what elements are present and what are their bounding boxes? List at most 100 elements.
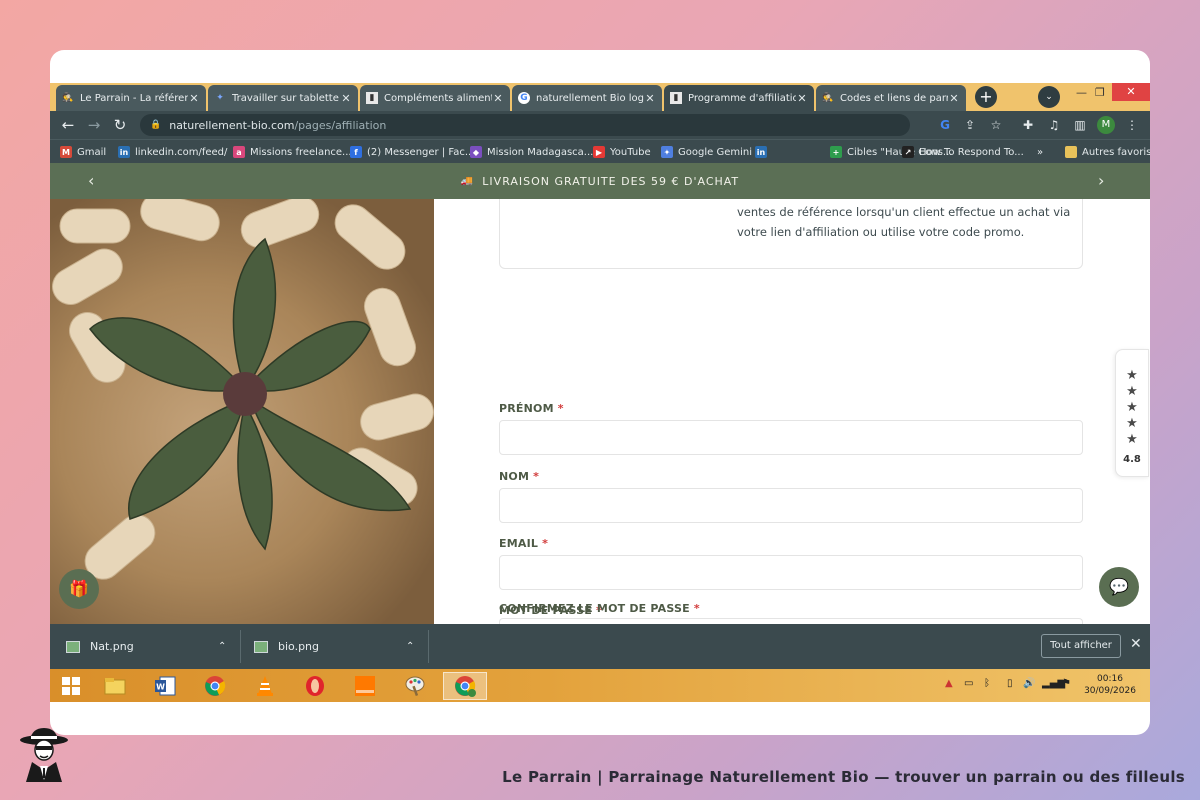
tab-programme-affiliation[interactable]: ▮ Programme d'affiliation ✕ bbox=[664, 85, 814, 111]
reviews-widget[interactable]: ★ ★ ★ ★ ★ 4.8 bbox=[1115, 349, 1149, 477]
close-tab-icon[interactable]: ✕ bbox=[948, 92, 960, 105]
youtube-icon: ▶ bbox=[593, 146, 605, 158]
back-icon[interactable]: ← bbox=[58, 115, 78, 135]
tab-title: naturellement Bio logo bbox=[536, 92, 644, 104]
system-clock[interactable]: 00:16 30/09/2026 bbox=[1080, 673, 1140, 697]
chevron-up-icon[interactable]: ⌃ bbox=[218, 641, 226, 652]
flag-tray-icon[interactable]: ⚑ bbox=[1062, 678, 1071, 689]
folder-icon bbox=[1065, 146, 1077, 158]
bookmark-gemini[interactable]: ✦ Google Gemini bbox=[661, 144, 752, 160]
page-caption: Le Parrain | Parrainage Naturellement Bi… bbox=[502, 768, 1185, 786]
show-all-downloads-button[interactable]: Tout afficher bbox=[1041, 634, 1121, 658]
bookmark-linkedin[interactable]: in bbox=[755, 144, 772, 160]
bookmark-facebook[interactable]: f (2) Messenger | Fac... bbox=[350, 144, 474, 160]
close-tab-icon[interactable]: ✕ bbox=[644, 92, 656, 105]
tab-title: Compléments alimentaires bbox=[384, 92, 492, 104]
vlc-icon[interactable] bbox=[246, 672, 284, 700]
word-icon[interactable]: W bbox=[146, 672, 184, 700]
window-close-button[interactable]: ✕ bbox=[1112, 83, 1150, 101]
close-tab-icon[interactable]: ✕ bbox=[188, 92, 200, 105]
respond-icon: ↗ bbox=[902, 146, 914, 158]
le-parrain-favicon-icon: 🕵 bbox=[822, 93, 834, 103]
bookmark-mission[interactable]: ◆ Mission Madagasca... bbox=[470, 144, 593, 160]
field-label-nom: NOM * bbox=[499, 470, 540, 483]
bookmark-label: » bbox=[1037, 146, 1044, 158]
nom-input[interactable] bbox=[499, 488, 1083, 523]
announcement-prev-icon[interactable]: ‹ bbox=[88, 171, 95, 190]
chrome-icon[interactable] bbox=[196, 672, 234, 700]
field-label-confirmez: CONFIRMEZ LE MOT DE PASSE * bbox=[499, 602, 700, 615]
google-lens-icon[interactable]: G bbox=[937, 117, 953, 133]
announcement-next-icon[interactable]: › bbox=[1098, 171, 1105, 190]
tab-naturellement-logo[interactable]: G naturellement Bio logo ✕ bbox=[512, 85, 662, 111]
bluetooth-tray-icon[interactable]: ᛒ bbox=[984, 678, 990, 689]
tab-travailler-tablette[interactable]: ✦ Travailler sur tablette par ✕ bbox=[208, 85, 358, 111]
extensions-icon[interactable]: ✚ bbox=[1020, 117, 1036, 133]
gemini-icon: ✦ bbox=[661, 146, 673, 158]
email-input[interactable] bbox=[499, 555, 1083, 590]
chrome-active-icon[interactable] bbox=[443, 672, 487, 700]
windows-start-icon[interactable] bbox=[52, 672, 90, 700]
bookmark-label: Missions freelance... bbox=[250, 146, 352, 158]
download-item-bio[interactable]: bio.png ⌃ bbox=[254, 624, 424, 669]
bookmark-gmail[interactable]: M Gmail bbox=[60, 144, 106, 160]
page-favicon-icon: ▮ bbox=[366, 92, 378, 104]
profile-avatar[interactable]: M bbox=[1097, 116, 1115, 134]
share-icon[interactable]: ⇪ bbox=[962, 117, 978, 133]
bookmark-label: Gmail bbox=[77, 146, 107, 158]
bookmark-star-icon[interactable]: ☆ bbox=[988, 117, 1004, 133]
tab-le-parrain[interactable]: 🕵 Le Parrain - La référence ✕ bbox=[56, 85, 206, 111]
network-device-tray-icon[interactable]: ▭ bbox=[964, 678, 973, 689]
url-bar[interactable]: 🔒 naturellement-bio.com/pages/affiliatio… bbox=[140, 114, 910, 136]
clock-date: 30/09/2026 bbox=[1084, 686, 1136, 696]
bookmark-folder[interactable]: Autres favoris bbox=[1065, 144, 1150, 160]
file-explorer-icon[interactable] bbox=[96, 672, 134, 700]
bookmark-linkedin[interactable]: in linkedin.com/feed/ bbox=[118, 144, 227, 160]
menu-kebab-icon[interactable]: ⋮ bbox=[1124, 117, 1140, 133]
linkedin-icon: in bbox=[755, 146, 767, 158]
lock-icon: 🔒 bbox=[150, 120, 162, 130]
volume-tray-icon[interactable]: 🔊 bbox=[1023, 678, 1035, 689]
bookmark-label: YouTube bbox=[610, 146, 651, 158]
url-path: /pages/affiliation bbox=[294, 118, 387, 132]
avast-tray-icon[interactable]: ▲ bbox=[945, 678, 953, 689]
download-item-nat[interactable]: Nat.png ⌃ bbox=[66, 624, 236, 669]
bookmark-label: Google Gemini bbox=[678, 146, 752, 158]
mission-icon: ◆ bbox=[470, 146, 482, 158]
side-panel-icon[interactable]: ▥ bbox=[1072, 117, 1088, 133]
tab-codes-liens[interactable]: 🕵 Codes et liens de parrainage ✕ bbox=[816, 85, 966, 111]
bookmark-more[interactable]: » bbox=[1037, 144, 1043, 160]
bookmark-youtube[interactable]: ▶ YouTube bbox=[593, 144, 651, 160]
capsules-basil-illustration bbox=[52, 199, 434, 580]
new-tab-button[interactable]: + bbox=[975, 86, 997, 108]
minimize-icon[interactable]: — bbox=[1076, 86, 1087, 99]
sheets-icon: + bbox=[830, 146, 842, 158]
tab-search-button[interactable]: ⌄ bbox=[1038, 86, 1060, 108]
bookmark-missions[interactable]: a Missions freelance... bbox=[233, 144, 352, 160]
bookmark-respond[interactable]: ↗ How To Respond To... bbox=[902, 144, 1024, 160]
close-tab-icon[interactable]: ✕ bbox=[492, 92, 504, 105]
chevron-up-icon[interactable]: ⌃ bbox=[406, 641, 414, 652]
media-icon[interactable]: ♫ bbox=[1046, 117, 1062, 133]
tab-title: Programme d'affiliation bbox=[688, 92, 796, 104]
rating-value: 4.8 bbox=[1123, 454, 1141, 465]
battery-tray-icon[interactable]: ▯ bbox=[1007, 678, 1013, 689]
close-tab-icon[interactable]: ✕ bbox=[796, 92, 808, 105]
close-downloads-icon[interactable]: ✕ bbox=[1130, 636, 1142, 652]
restore-icon[interactable]: ❐ bbox=[1095, 86, 1105, 99]
forward-icon[interactable]: → bbox=[84, 115, 104, 135]
affiliation-page: ventes de référence lorsqu'un client eff… bbox=[50, 199, 1150, 624]
paint-icon[interactable] bbox=[396, 672, 434, 700]
reload-icon[interactable]: ↻ bbox=[110, 115, 130, 135]
gift-button[interactable]: 🎁 bbox=[59, 569, 99, 609]
gemini-favicon-icon: ✦ bbox=[216, 93, 224, 103]
tab-complements[interactable]: ▮ Compléments alimentaires ✕ bbox=[360, 85, 510, 111]
opera-icon[interactable] bbox=[296, 672, 334, 700]
bookmarks-bar: M Gmail in linkedin.com/feed/a Missions free… bbox=[50, 139, 1150, 163]
chat-button[interactable]: 💬 bbox=[1099, 567, 1139, 607]
orange-icon[interactable] bbox=[346, 672, 384, 700]
tab-title: Travailler sur tablette par bbox=[232, 92, 340, 104]
prenom-input[interactable] bbox=[499, 420, 1083, 455]
close-tab-icon[interactable]: ✕ bbox=[340, 92, 352, 105]
google-favicon-icon: G bbox=[518, 92, 530, 104]
